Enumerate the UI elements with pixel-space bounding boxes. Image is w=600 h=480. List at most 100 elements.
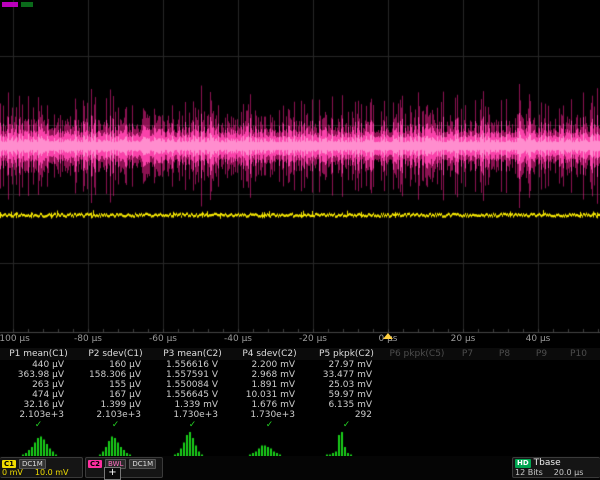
c1-coupling-badge: DC1M	[19, 459, 46, 469]
measure-header-p4[interactable]: P4 sdev(C2)	[231, 348, 308, 360]
measure-cell	[449, 380, 486, 390]
c2-badge: C2	[88, 460, 102, 468]
crosshair-icon[interactable]: +	[104, 467, 121, 480]
measure-cell: 33.477 mV	[308, 370, 385, 380]
measure-cell: 2.103e+3	[0, 410, 77, 420]
measure-cell: 25.03 mV	[308, 380, 385, 390]
measure-cell	[385, 370, 449, 380]
timebase-descriptor[interactable]: HD Tbase 12 Bits 20.0 µs	[512, 457, 600, 478]
histicons-strip[interactable]	[0, 430, 600, 456]
measure-cell	[523, 390, 560, 400]
time-axis-label: 40 µs	[526, 334, 551, 344]
measure-cell	[560, 410, 597, 420]
measure-cell	[523, 400, 560, 410]
measure-cell: 2.103e+3	[77, 410, 154, 420]
time-axis-label: -60 µs	[149, 334, 177, 344]
c2-coupling-badge: DC1M	[129, 459, 156, 469]
measure-cell	[385, 410, 449, 420]
measure-cell: 59.97 mV	[308, 390, 385, 400]
measure-cell	[523, 410, 560, 420]
waveform-display[interactable]	[0, 0, 600, 348]
measure-cell: 158.306 µV	[77, 370, 154, 380]
measure-cell	[486, 410, 523, 420]
time-axis-label: -100 µs	[0, 334, 30, 344]
measure-cell: 263 µV	[0, 380, 77, 390]
c1-badge: C1	[2, 460, 16, 468]
corner-status-indicator-magenta	[2, 2, 18, 7]
c1-vdiv: 10.0 mV	[35, 468, 69, 477]
measure-cell: 2.968 mV	[231, 370, 308, 380]
measure-cell	[560, 380, 597, 390]
measure-cell	[449, 410, 486, 420]
measure-header-p6[interactable]: P6 pkpk(C5)	[385, 348, 449, 360]
measure-cell	[449, 370, 486, 380]
measure-cell: 10.031 mV	[231, 390, 308, 400]
measure-cell: 155 µV	[77, 380, 154, 390]
measure-header-p5[interactable]: P5 pkpk(C2)	[308, 348, 385, 360]
measure-cell	[523, 370, 560, 380]
measure-cell: 1.730e+3	[154, 410, 231, 420]
measure-cell: 1.891 mV	[231, 380, 308, 390]
time-axis-label: -40 µs	[224, 334, 252, 344]
time-axis-labels: -100 µs-80 µs-60 µs-40 µs-20 µs0 µs20 µs…	[0, 334, 600, 346]
measure-cell: 1.399 µV	[77, 400, 154, 410]
measure-cell: 1.556616 V	[154, 360, 231, 370]
measure-cell	[560, 400, 597, 410]
measure-header-p2[interactable]: P2 sdev(C1)	[77, 348, 154, 360]
timebase-label: Tbase	[534, 459, 561, 468]
measure-cell: 363.98 µV	[0, 370, 77, 380]
time-axis-label: -80 µs	[74, 334, 102, 344]
measure-cell: 1.550084 V	[154, 380, 231, 390]
measure-header-p8[interactable]: P8	[486, 348, 523, 360]
measure-header-row: P1 mean(C1)P2 sdev(C1)P3 mean(C2)P4 sdev…	[0, 348, 600, 360]
bottom-bar: C1 DC1M 0 mV 10.0 mV C2 BWL DC1M + HD Tb…	[0, 456, 600, 480]
trigger-position-icon[interactable]	[383, 333, 393, 339]
measure-cell: 1.676 mV	[231, 400, 308, 410]
measure-cell	[560, 390, 597, 400]
measure-cell: 474 µV	[0, 390, 77, 400]
measure-cell	[486, 370, 523, 380]
measure-cell	[385, 360, 449, 370]
measure-row: 440 µV160 µV1.556616 V2.200 mV27.97 mV	[0, 360, 600, 370]
measure-row: 2.103e+32.103e+31.730e+31.730e+3292	[0, 410, 600, 420]
c1-offset: 0 mV	[2, 468, 23, 477]
measure-cell: 1.557591 V	[154, 370, 231, 380]
measure-cell: 1.730e+3	[231, 410, 308, 420]
measure-cell	[486, 400, 523, 410]
measure-cell	[486, 360, 523, 370]
measure-row: 263 µV155 µV1.550084 V1.891 mV25.03 mV	[0, 380, 600, 390]
corner-status-indicator-green	[21, 2, 33, 7]
channel-descriptor-c1[interactable]: C1 DC1M 0 mV 10.0 mV	[0, 457, 83, 478]
measure-cell	[449, 390, 486, 400]
time-axis-label: 20 µs	[451, 334, 476, 344]
measure-cell: 292	[308, 410, 385, 420]
hd-mode-badge: HD	[515, 459, 531, 468]
timebase-bits: 12 Bits	[515, 468, 543, 477]
measure-header-p10[interactable]: P10	[560, 348, 597, 360]
measure-header-p3[interactable]: P3 mean(C2)	[154, 348, 231, 360]
measure-cell: 440 µV	[0, 360, 77, 370]
measure-cell	[449, 360, 486, 370]
measure-cell: 27.97 mV	[308, 360, 385, 370]
measure-cell: 6.135 mV	[308, 400, 385, 410]
measure-cell	[385, 390, 449, 400]
measure-cell	[385, 380, 449, 390]
measure-cell	[486, 390, 523, 400]
measure-cell	[385, 400, 449, 410]
measure-row: 363.98 µV158.306 µV1.557591 V2.968 mV33.…	[0, 370, 600, 380]
measure-cell: 2.200 mV	[231, 360, 308, 370]
measure-row: 32.16 µV1.399 µV1.339 mV1.676 mV6.135 mV	[0, 400, 600, 410]
timebase-sdiv: 20.0 µs	[554, 468, 584, 477]
measure-body: 440 µV160 µV1.556616 V2.200 mV27.97 mV36…	[0, 360, 600, 420]
measure-cell: 1.339 mV	[154, 400, 231, 410]
oscilloscope-screen: -100 µs-80 µs-60 µs-40 µs-20 µs0 µs20 µs…	[0, 0, 600, 480]
measure-header-p1[interactable]: P1 mean(C1)	[0, 348, 77, 360]
measure-cell	[449, 400, 486, 410]
channel-descriptor-c2[interactable]: C2 BWL DC1M +	[85, 457, 163, 478]
measure-cell: 32.16 µV	[0, 400, 77, 410]
measure-cell	[523, 380, 560, 390]
measure-cell	[486, 380, 523, 390]
measure-header-p9[interactable]: P9	[523, 348, 560, 360]
measure-header-p7[interactable]: P7	[449, 348, 486, 360]
measure-cell	[560, 360, 597, 370]
